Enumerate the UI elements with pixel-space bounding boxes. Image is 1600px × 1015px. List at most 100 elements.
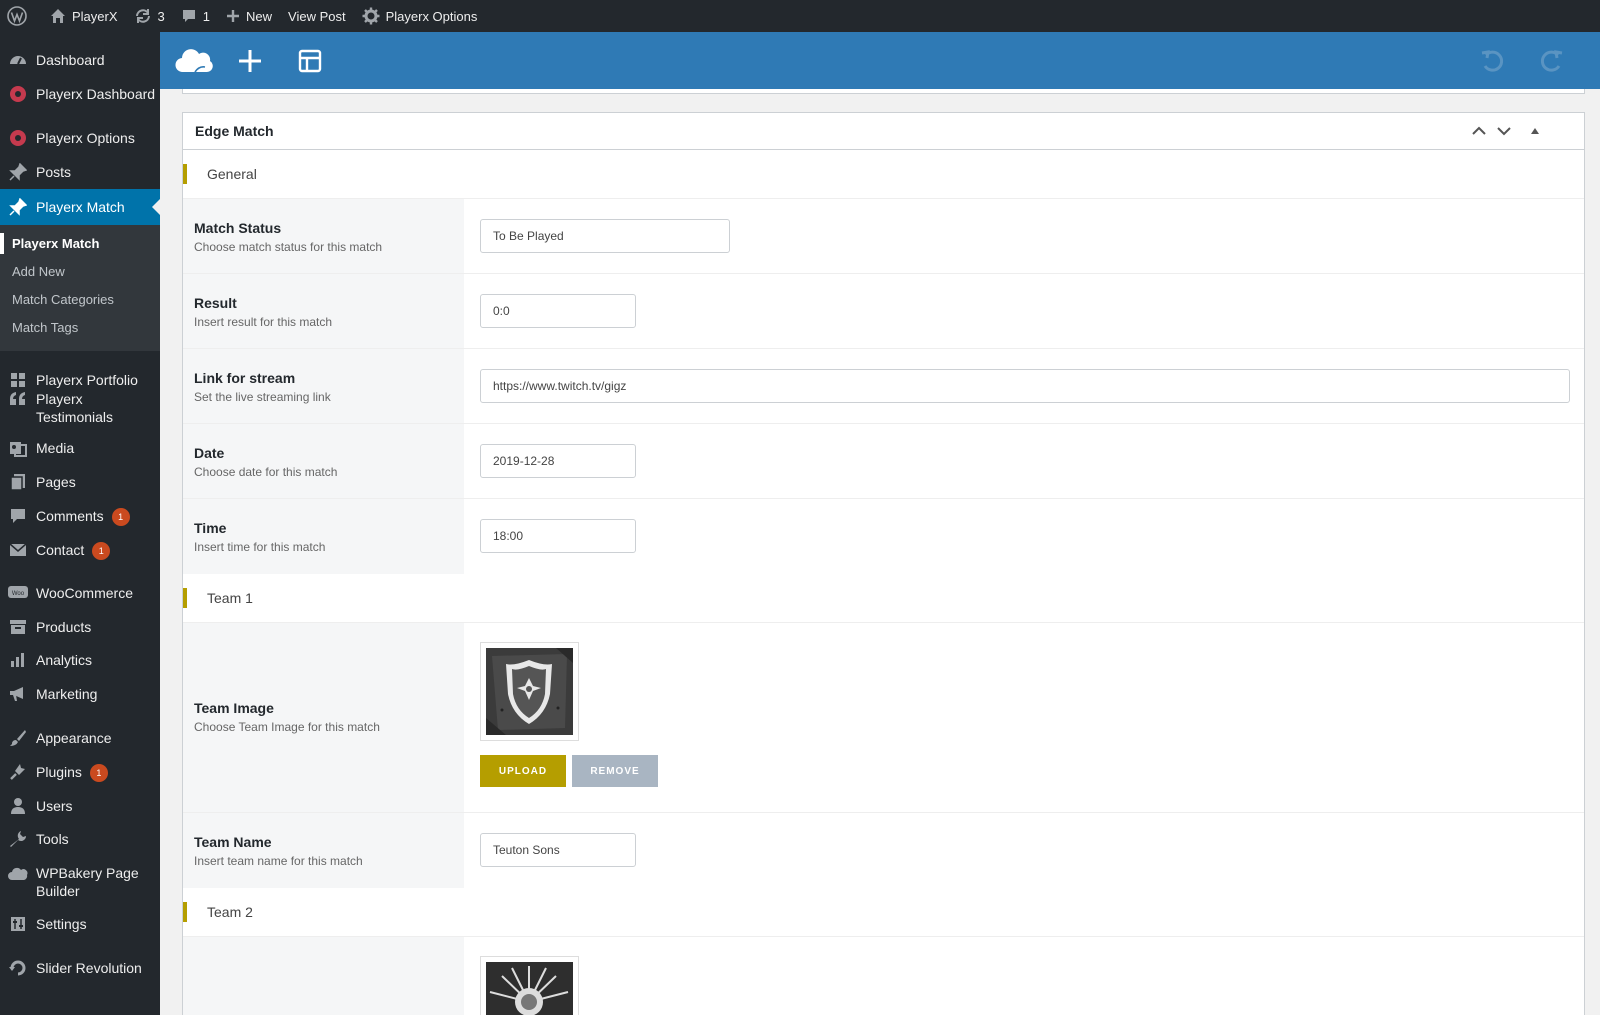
toggle-panel-button[interactable]: [1525, 121, 1545, 141]
sidebar-item-label: Media: [36, 440, 75, 456]
sidebar-item-comments[interactable]: Comments 1: [0, 500, 160, 532]
field-row-team-name: Team Name Insert team name for this matc…: [183, 813, 1584, 888]
comments-label: Comments: [36, 507, 104, 524]
refresh-icon: [8, 958, 28, 978]
field-description: Choose Team Image for this match: [194, 720, 380, 734]
sidebar-item-marketing[interactable]: Marketing: [0, 678, 160, 710]
sidebar-item-dashboard[interactable]: Dashboard: [0, 44, 160, 76]
move-up-button[interactable]: [1469, 121, 1489, 141]
remove-button[interactable]: REMOVE: [572, 755, 658, 787]
pin-icon: [8, 197, 28, 217]
quote-icon: [8, 389, 28, 409]
result-input[interactable]: [480, 294, 636, 328]
plus-icon: [227, 10, 239, 22]
sidebar-item-label-line2: Testimonials: [36, 409, 114, 425]
options-label: Playerx Options: [385, 8, 478, 24]
sidebar-item-analytics[interactable]: Analytics: [0, 644, 160, 676]
upload-button[interactable]: UPLOAD: [480, 755, 566, 787]
add-element-button[interactable]: [232, 32, 268, 89]
layout-icon: [298, 49, 322, 72]
time-input[interactable]: [480, 519, 636, 553]
sidebar-item-wpbakery[interactable]: WPBakery Page Builder: [0, 862, 160, 902]
field-description: Set the live streaming link: [194, 390, 331, 404]
section-general: General: [183, 150, 1584, 199]
sidebar-item-plugins[interactable]: Plugins 1: [0, 756, 160, 788]
comments-count: 1: [202, 8, 210, 24]
view-post-label: View Post: [288, 8, 346, 24]
field-description: Choose match status for this match: [194, 240, 383, 254]
sidebar-item-slider-revolution[interactable]: Slider Revolution: [0, 952, 160, 984]
team-1-logo-image: [486, 648, 573, 735]
sidebar-item-playerx-options[interactable]: Playerx Options: [0, 122, 160, 154]
field-row-time: Time Insert time for this match: [183, 499, 1584, 574]
plugin-icon: [8, 762, 28, 782]
section-title: General: [207, 166, 257, 182]
sidebar-item-tools[interactable]: Tools: [0, 823, 160, 855]
date-input[interactable]: [480, 444, 636, 478]
admin-bar: PlayerX 3 1 New View Post Playerx Option…: [0, 0, 1600, 32]
sidebar-item-woocommerce[interactable]: Woo WooCommerce: [0, 577, 160, 609]
submenu-item-all-matches[interactable]: Playerx Match: [0, 233, 99, 254]
sidebar-item-appearance[interactable]: Appearance: [0, 722, 160, 754]
playerx-options-link[interactable]: Playerx Options: [354, 0, 486, 32]
stream-link-input[interactable]: [480, 369, 1570, 403]
field-label: Team Name: [194, 834, 272, 850]
updates-icon: [135, 9, 150, 23]
move-down-button[interactable]: [1494, 121, 1514, 141]
brush-icon: [8, 728, 28, 748]
sidebar-item-contact[interactable]: Contact 1: [0, 534, 160, 566]
section-accent-bar: [183, 588, 187, 608]
sidebar-item-playerx-testimonials[interactable]: Playerx Testimonials: [0, 387, 160, 427]
sidebar-item-settings[interactable]: Settings: [0, 908, 160, 940]
contact-badge: 1: [92, 541, 111, 560]
section-accent-bar: [183, 902, 187, 922]
products-icon: [8, 617, 28, 637]
wordpress-logo-icon[interactable]: [0, 0, 42, 32]
sidebar-item-label: Contact 1: [36, 541, 111, 560]
redo-button[interactable]: [1538, 32, 1566, 89]
comments-link[interactable]: 1: [173, 0, 218, 32]
field-label-column: Team Name Insert team name for this matc…: [183, 813, 464, 888]
view-post-link[interactable]: View Post: [280, 0, 354, 32]
submenu-item-match-categories[interactable]: Match Categories: [12, 292, 114, 307]
site-name-link[interactable]: PlayerX: [42, 0, 126, 32]
sidebar-item-pages[interactable]: Pages: [0, 466, 160, 498]
field-label-column: Link for stream Set the live streaming l…: [183, 349, 464, 423]
team-image-thumbnail[interactable]: [480, 642, 579, 741]
templates-button[interactable]: [292, 32, 328, 89]
field-label: Date: [194, 445, 225, 461]
sidebar-item-products[interactable]: Products: [0, 611, 160, 643]
sidebar-item-posts[interactable]: Posts: [0, 156, 160, 188]
submenu-item-add-new[interactable]: Add New: [12, 264, 65, 279]
pin-icon: [8, 162, 28, 182]
sidebar-item-label-line2: Builder: [36, 883, 80, 899]
sidebar-item-users[interactable]: Users: [0, 790, 160, 822]
sidebar-item-playerx-dashboard[interactable]: Playerx Dashboard: [0, 78, 160, 110]
section-title: Team 1: [207, 590, 253, 606]
submenu-item-match-tags[interactable]: Match Tags: [12, 320, 78, 335]
field-row-result: Result Insert result for this match: [183, 274, 1584, 349]
mail-icon: [8, 540, 28, 560]
team-name-input[interactable]: [480, 833, 636, 867]
field-label: Result: [194, 295, 237, 311]
sidebar-item-label: Marketing: [36, 686, 98, 702]
sidebar-item-media[interactable]: Media: [0, 432, 160, 464]
sidebar-item-playerx-match[interactable]: Playerx Match: [0, 189, 160, 225]
match-status-select[interactable]: [480, 219, 730, 253]
playerx-icon: [8, 128, 28, 148]
field-label-column: Time Insert time for this match: [183, 499, 464, 574]
undo-button[interactable]: [1478, 32, 1506, 89]
settings-icon: [8, 914, 28, 934]
undo-icon: [1481, 49, 1504, 72]
woo-icon: Woo: [8, 583, 28, 603]
team-image-thumbnail[interactable]: [480, 956, 579, 1015]
edge-match-metabox: Edge Match General Match Status Choose m…: [182, 112, 1585, 1015]
updates-count: 3: [157, 8, 165, 24]
redo-icon: [1540, 49, 1563, 72]
page-builder-toolbar: [160, 32, 1600, 89]
wpbakery-logo-icon[interactable]: [172, 32, 216, 89]
new-content-link[interactable]: New: [218, 0, 280, 32]
comment-icon: [8, 506, 28, 526]
updates-link[interactable]: 3: [126, 0, 173, 32]
field-description: Insert team name for this match: [194, 854, 363, 868]
